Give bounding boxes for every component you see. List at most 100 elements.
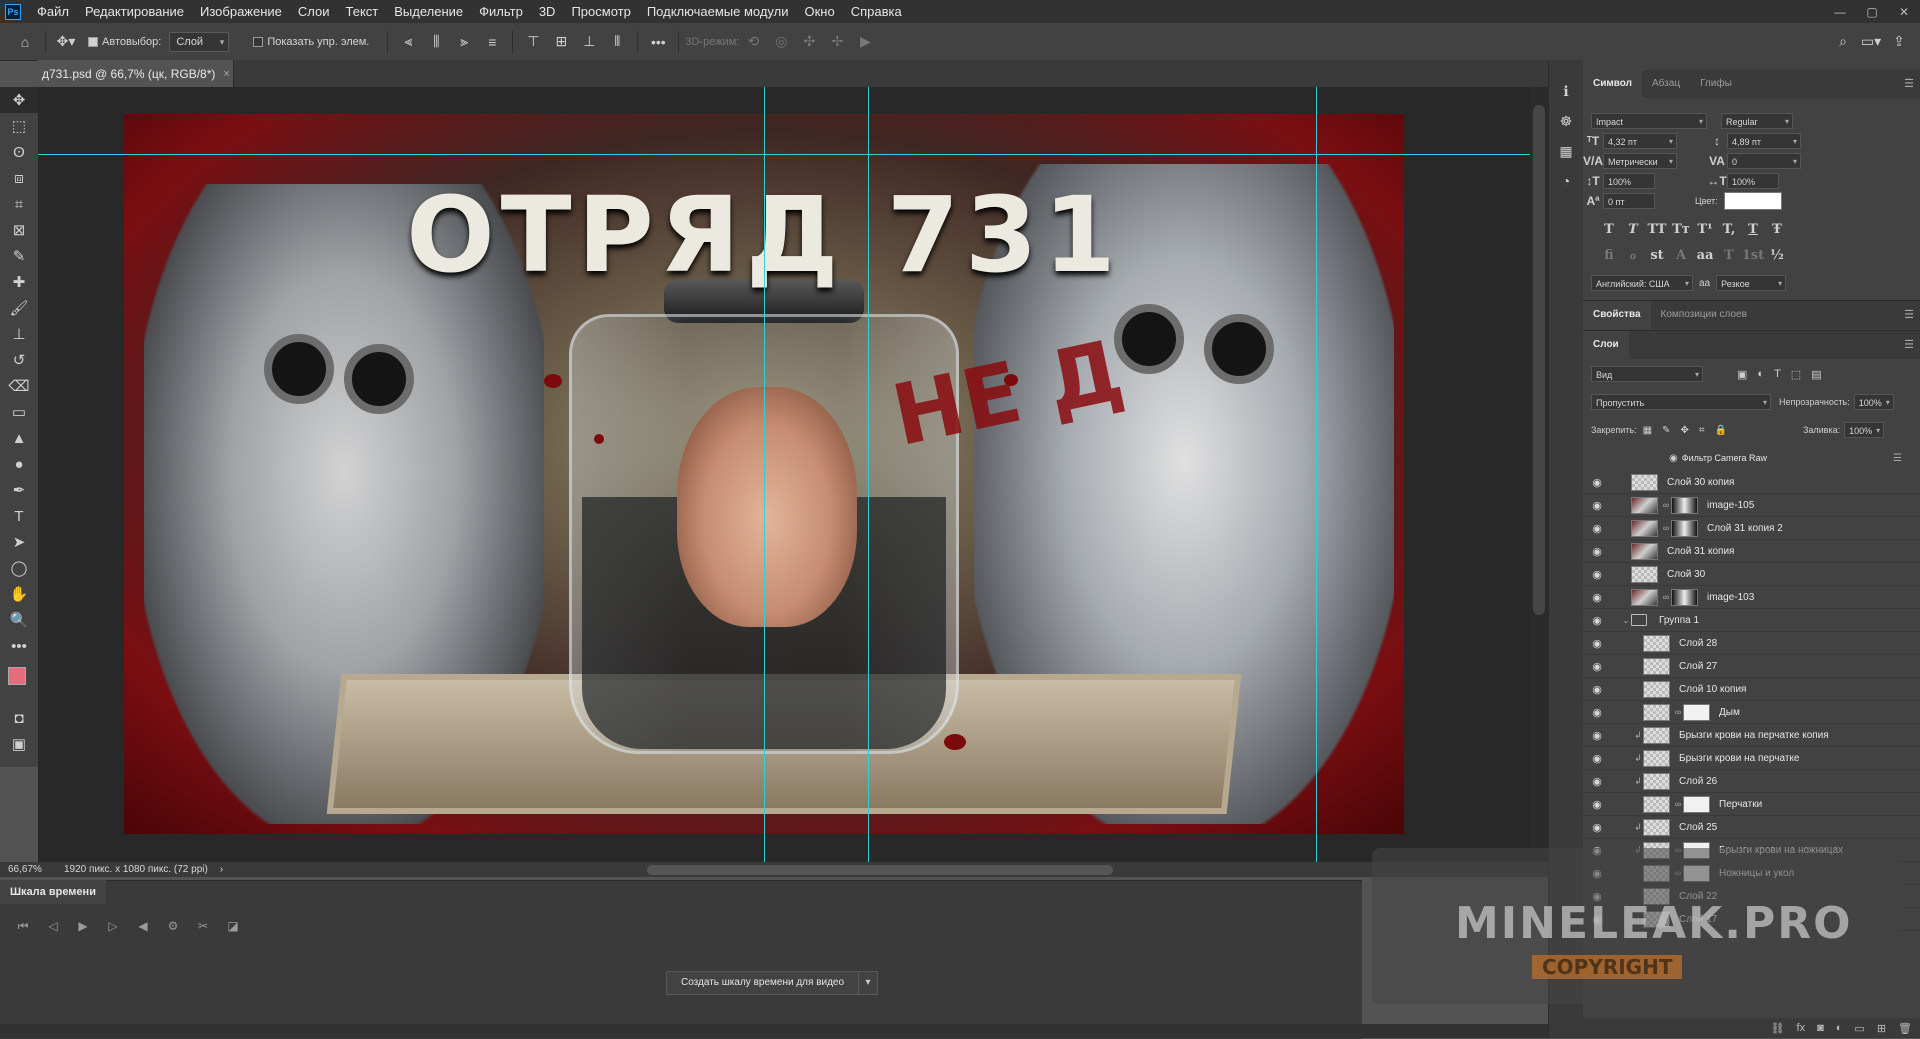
layer-mask-thumbnail[interactable] [1683,795,1710,813]
link-layers-icon[interactable]: ⛓ [1771,1022,1785,1035]
mask-link-icon[interactable]: ∞ [1673,707,1683,717]
lock-artboard-icon[interactable]: ⌗ [1699,425,1705,436]
layer-visibility-eye-icon[interactable]: ◉ [1583,660,1611,673]
home-icon[interactable]: ⌂ [14,30,36,54]
distribute-vertical-icon[interactable]: ⦀ [606,30,628,54]
layer-visibility-eye-icon[interactable]: ◉ [1583,499,1611,512]
mask-link-icon[interactable]: ∞ [1661,523,1671,533]
horizontal-scroll-thumb[interactable] [647,865,1113,875]
audio-icon[interactable]: ◀ [128,919,158,933]
menu-type[interactable]: Текст [338,0,387,23]
quick-mask-icon[interactable]: ◘ [0,705,38,731]
layer-visibility-eye-icon[interactable]: ◉ [1583,614,1611,627]
autoselect-checkbox[interactable] [88,36,98,47]
3d-roll-icon[interactable]: ◎ [770,30,792,54]
layer-visibility-eye-icon[interactable]: ◉ [1583,545,1611,558]
3d-orbit-icon[interactable]: ⟲ [742,30,764,54]
object-selection-tool-icon[interactable]: ⧈ [0,165,38,191]
layer-thumbnail[interactable] [1643,772,1670,790]
menu-window[interactable]: Окно [796,0,842,23]
tab-glyphs[interactable]: Глифы [1690,70,1742,98]
menu-edit[interactable]: Редактирование [77,0,192,23]
menu-select[interactable]: Выделение [386,0,471,23]
previous-frame-icon[interactable]: ◁ [38,919,68,933]
layer-thumbnail[interactable] [1643,818,1670,836]
lock-all-icon[interactable]: 🔒 [1714,425,1726,436]
zoom-tool-icon[interactable]: 🔍 [0,607,38,633]
layer-row[interactable]: ◉ ↲ Слой 26 [1583,770,1920,793]
underline-button[interactable]: T [1741,222,1765,237]
kerning-field[interactable]: Метрически [1603,153,1677,169]
swash-button[interactable]: A [1669,248,1693,263]
layer-visibility-eye-icon[interactable]: ◉ [1583,775,1611,788]
document-tab[interactable]: д731.psd @ 66,7% (цк, RGB/8*) × [38,60,234,87]
add-style-icon[interactable]: fx [1797,1022,1806,1034]
layer-thumbnail[interactable] [1631,496,1658,514]
guide-horizontal[interactable] [38,154,1548,155]
align-bottom-icon[interactable]: ⊥ [578,30,600,54]
layer-visibility-eye-icon[interactable]: ◉ [1583,821,1611,834]
layer-row[interactable]: ◉ ↲ Слой 25 [1583,816,1920,839]
filter-type-icon[interactable]: T [1774,368,1781,381]
font-size-field[interactable]: 4,32 пт [1603,133,1677,149]
align-top-icon[interactable]: ⊤ [522,30,544,54]
filter-visibility-eye-icon[interactable]: ◉ [1669,453,1678,464]
horizontal-scale-field[interactable]: 100% [1727,173,1779,189]
strikethrough-button[interactable]: Ŧ [1765,222,1789,237]
tab-character[interactable]: Символ [1583,70,1642,98]
guide-vertical[interactable] [764,87,765,862]
character-panel-icon[interactable]: ℹ [1549,76,1583,106]
layer-mask-thumbnail[interactable] [1683,703,1710,721]
font-style-select[interactable]: Regular [1721,113,1793,129]
foreground-color-swatch[interactable] [8,667,26,685]
layer-visibility-eye-icon[interactable]: ◉ [1583,591,1611,604]
all-caps-button[interactable]: TT [1645,222,1669,237]
crop-tool-icon[interactable]: ⌗ [0,191,38,217]
tab-layer-comps[interactable]: Композиции слоев [1651,301,1757,329]
share-icon[interactable]: ⇪ [1888,30,1910,54]
layer-thumbnail[interactable] [1631,473,1658,491]
layer-row[interactable]: ◉ ⌄ Группа 1 [1583,609,1920,632]
timeline-type-dropdown[interactable]: ▾ [858,971,878,995]
distribute-horizontal-icon[interactable]: ≡ [481,30,503,54]
layer-row[interactable]: ◉ ∞ image-103 [1583,586,1920,609]
add-mask-icon[interactable]: ◙ [1817,1022,1824,1034]
camera-raw-filter-label[interactable]: Фильтр Camera Raw [1682,453,1767,463]
mask-link-icon[interactable]: ∞ [1661,592,1671,602]
type-tool-icon[interactable]: T [0,503,38,529]
tab-paragraph[interactable]: Абзац [1642,70,1690,98]
tracking-field[interactable]: 0 [1727,153,1801,169]
stamp-tool-icon[interactable]: ⊥ [0,321,38,347]
layer-thumbnail[interactable] [1631,588,1658,606]
path-selection-tool-icon[interactable]: ➤ [0,529,38,555]
layer-thumbnail[interactable] [1643,795,1670,813]
minimize-button[interactable]: — [1824,0,1856,23]
new-group-icon[interactable]: ▭ [1854,1022,1864,1035]
filter-smart-object-icon[interactable]: ▤ [1811,368,1821,381]
leading-field[interactable]: 4,89 пт [1727,133,1801,149]
layer-thumbnail[interactable] [1631,565,1658,583]
align-left-icon[interactable]: ⫷ [397,30,419,54]
layer-mask-thumbnail[interactable] [1671,588,1698,606]
lasso-tool-icon[interactable]: ʘ [0,139,38,165]
baseline-shift-field[interactable]: 0 пт [1603,193,1655,209]
group-expand-icon[interactable]: ⌄ [1621,615,1631,626]
layer-row[interactable]: ◉ Слой 10 копия [1583,678,1920,701]
vertical-scroll-thumb[interactable] [1533,105,1545,615]
settings-gear-icon[interactable]: ⚙ [158,919,188,933]
guide-vertical[interactable] [1316,87,1317,862]
eyedropper-tool-icon[interactable]: ✎ [0,243,38,269]
3d-pan-icon[interactable]: ✣ [798,30,820,54]
move-tool-preset-icon[interactable]: ✥▾ [55,30,77,54]
text-color-swatch[interactable] [1723,192,1782,210]
layer-visibility-eye-icon[interactable]: ◉ [1583,729,1611,742]
3d-camera-icon[interactable]: ▶ [854,30,876,54]
menu-image[interactable]: Изображение [192,0,290,23]
layer-visibility-eye-icon[interactable]: ◉ [1583,683,1611,696]
more-options-icon[interactable]: ••• [647,30,669,54]
play-icon[interactable]: ▶ [68,919,98,933]
layer-row[interactable]: ◉ ↲ Брызги крови на перчатке [1583,747,1920,770]
close-window-button[interactable]: ✕ [1888,0,1920,23]
lock-transparent-icon[interactable]: ▦ [1643,425,1652,436]
dodge-tool-icon[interactable]: ● [0,451,38,477]
